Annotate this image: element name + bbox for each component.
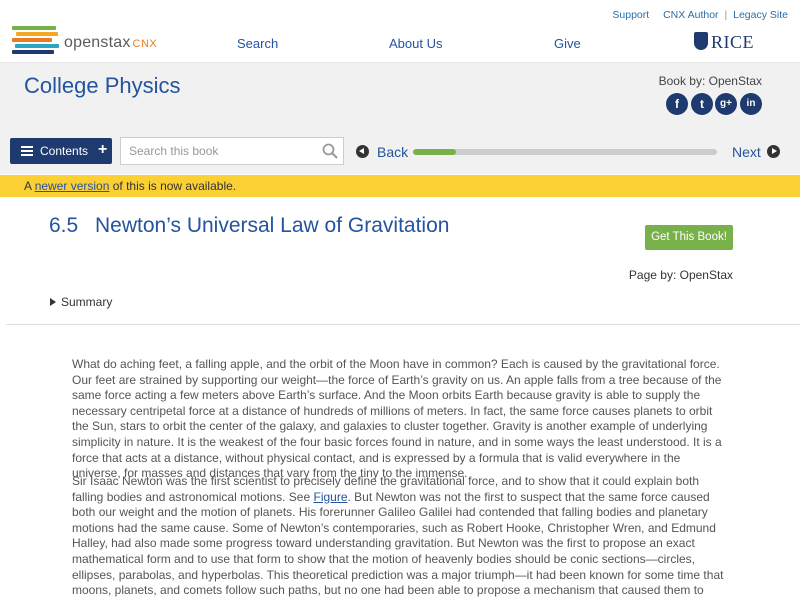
logo-cnx: CNX	[132, 38, 158, 50]
paragraph-intro: What do aching feet, a falling apple, an…	[72, 357, 722, 481]
book-toolbar: Contents + Back Next	[0, 126, 800, 174]
books-stack-icon	[12, 26, 60, 56]
top-links: Support CNX Author | Legacy Site	[612, 9, 788, 21]
next-arrow-icon[interactable]	[767, 145, 780, 158]
back-button[interactable]: Back	[377, 144, 408, 160]
paragraph-newton: Sir Isaac Newton was the first scientist…	[72, 474, 724, 600]
legacy-site-link[interactable]: Legacy Site	[733, 9, 788, 21]
newer-version-notice: A newer version of this is now available…	[0, 175, 800, 197]
book-title-band: College Physics Book by: OpenStax f t g+…	[0, 62, 800, 126]
section-number: 6.5	[49, 214, 79, 237]
plus-icon: +	[98, 141, 108, 158]
site-header: openstax CNX Support CNX Author | Legacy …	[0, 0, 800, 62]
nav-search[interactable]: Search	[237, 36, 278, 51]
section-divider	[6, 324, 800, 325]
book-author: Book by: OpenStax	[658, 74, 762, 88]
book-progress-bar	[413, 149, 717, 155]
rice-logo[interactable]: RICE	[694, 32, 754, 54]
book-progress-fill	[413, 149, 456, 155]
search-book-input[interactable]	[120, 137, 344, 165]
list-icon	[21, 146, 33, 156]
google-plus-icon[interactable]: g+	[715, 93, 737, 115]
logo-wordmark: openstax CNX	[64, 34, 158, 51]
back-arrow-icon[interactable]	[356, 145, 369, 158]
summary-toggle[interactable]: Summary	[50, 295, 112, 309]
summary-label: Summary	[61, 295, 113, 309]
figure-link[interactable]: Figure	[313, 490, 347, 504]
section-title: Newton’s Universal Law of Gravitation	[95, 214, 450, 237]
next-button[interactable]: Next	[732, 144, 761, 160]
linkedin-icon[interactable]: in	[740, 93, 762, 115]
newer-version-link[interactable]: newer version	[35, 179, 110, 193]
support-link[interactable]: Support	[612, 9, 649, 21]
caret-right-icon	[50, 298, 56, 306]
get-this-book-button[interactable]: Get This Book!	[645, 225, 733, 250]
nav-about-us[interactable]: About Us	[389, 36, 442, 51]
twitter-icon[interactable]: t	[691, 93, 713, 115]
contents-label: Contents	[40, 144, 89, 158]
openstax-logo[interactable]: openstax CNX	[12, 26, 172, 56]
contents-button[interactable]: Contents +	[10, 138, 112, 164]
nav-give[interactable]: Give	[554, 36, 581, 51]
book-title[interactable]: College Physics	[24, 73, 181, 99]
rice-shield-icon	[694, 32, 708, 50]
page-author: Page by: OpenStax	[628, 268, 733, 282]
facebook-icon[interactable]: f	[666, 93, 688, 115]
cnx-author-link[interactable]: CNX Author	[663, 9, 718, 21]
search-icon[interactable]	[322, 143, 338, 159]
